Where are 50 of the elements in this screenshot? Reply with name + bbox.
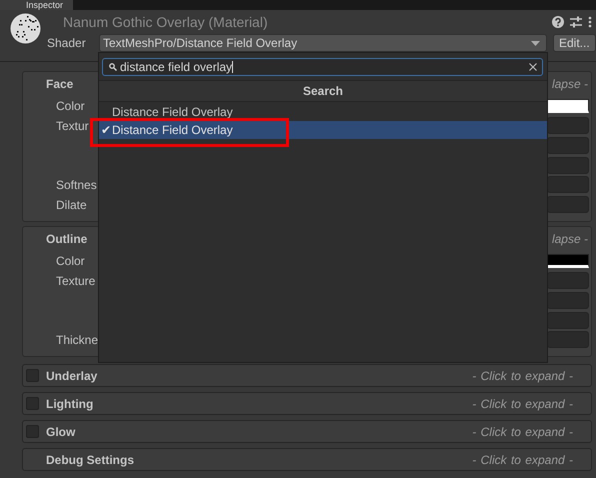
expand-hint[interactable]: - Click to expand - <box>472 452 573 466</box>
checkbox[interactable] <box>26 369 39 382</box>
shader-label: Shader <box>47 36 87 50</box>
checkbox[interactable] <box>26 425 39 438</box>
property-label: Texture <box>56 273 96 290</box>
property-label: Textur <box>56 118 89 135</box>
section-title[interactable]: Lighting <box>46 396 472 410</box>
texture-field[interactable] <box>547 292 589 309</box>
checkbox[interactable] <box>26 397 39 410</box>
shader-option[interactable]: ✔Distance Field Overlay <box>99 121 547 139</box>
property-label: Softnes <box>56 177 97 194</box>
texture-field[interactable] <box>547 137 589 154</box>
help-icon <box>552 16 564 28</box>
shader-dropdown[interactable]: TextMeshPro/Distance Field Overlay <box>99 34 547 52</box>
expand-hint[interactable]: - Click to expand - <box>472 396 573 410</box>
number-field[interactable] <box>547 331 589 348</box>
shader-option[interactable]: Distance Field Overlay <box>99 103 547 121</box>
menu-icon <box>588 16 592 28</box>
expand-hint[interactable]: - Click to expand - <box>472 424 573 438</box>
section-title[interactable]: Outline <box>46 232 88 246</box>
number-field[interactable] <box>547 196 589 213</box>
search-field[interactable]: distance field overlay <box>102 58 543 76</box>
edit-button[interactable]: Edit... <box>553 34 596 52</box>
section-title[interactable]: Underlay <box>46 368 472 382</box>
clear-icon <box>529 63 537 71</box>
collapse-hint[interactable]: lapse - <box>552 232 588 246</box>
material-title: Nanum Gothic Overlay (Material) <box>63 14 269 30</box>
property-label: Thickne <box>56 332 98 349</box>
texture-field[interactable] <box>547 312 589 329</box>
section-title[interactable]: Glow <box>46 424 472 438</box>
section-title[interactable]: Debug Settings <box>46 452 472 466</box>
texture-field[interactable] <box>547 272 589 289</box>
collapse-hint[interactable]: lapse - <box>552 76 588 90</box>
search-icon <box>109 63 117 71</box>
expand-hint[interactable]: - Click to expand - <box>472 368 573 382</box>
number-field[interactable] <box>547 176 589 193</box>
property-label: Color <box>56 98 85 115</box>
texture-field[interactable] <box>547 117 589 134</box>
section-title[interactable]: Face <box>46 76 74 90</box>
color-swatch[interactable] <box>547 254 589 268</box>
sliders-icon <box>570 16 582 28</box>
check-mark: ✔ <box>100 123 112 137</box>
caret-icon <box>531 40 540 46</box>
inspector-tab[interactable]: Inspector <box>0 0 74 10</box>
search-header: Search <box>99 80 547 102</box>
color-swatch[interactable] <box>547 99 589 113</box>
material-preview-icon <box>10 14 40 44</box>
property-label: Dilate <box>56 197 87 214</box>
property-label: Color <box>56 253 85 270</box>
texture-field[interactable] <box>547 157 589 174</box>
